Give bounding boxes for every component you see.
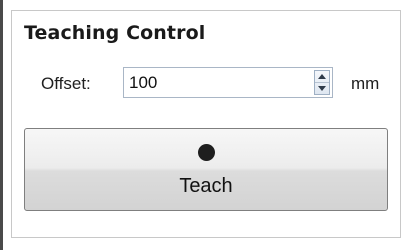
offset-unit-label: mm (351, 74, 380, 93)
arrow-down-icon (318, 86, 326, 91)
offset-input[interactable] (129, 70, 299, 95)
teach-button-label: Teach (179, 175, 233, 197)
teach-button[interactable]: Teach (24, 128, 388, 211)
arrow-up-icon (318, 74, 326, 79)
spin-down-button[interactable] (315, 83, 329, 94)
page: Teaching Control Offset: mm Teach (0, 0, 405, 250)
offset-spinner[interactable] (314, 70, 330, 95)
record-dot-icon (198, 144, 215, 161)
panel-left-border (0, 0, 3, 250)
offset-numeric-field[interactable] (123, 67, 333, 98)
panel-title: Teaching Control (24, 22, 206, 44)
offset-label: Offset: (41, 74, 91, 93)
spin-up-button[interactable] (315, 71, 329, 83)
